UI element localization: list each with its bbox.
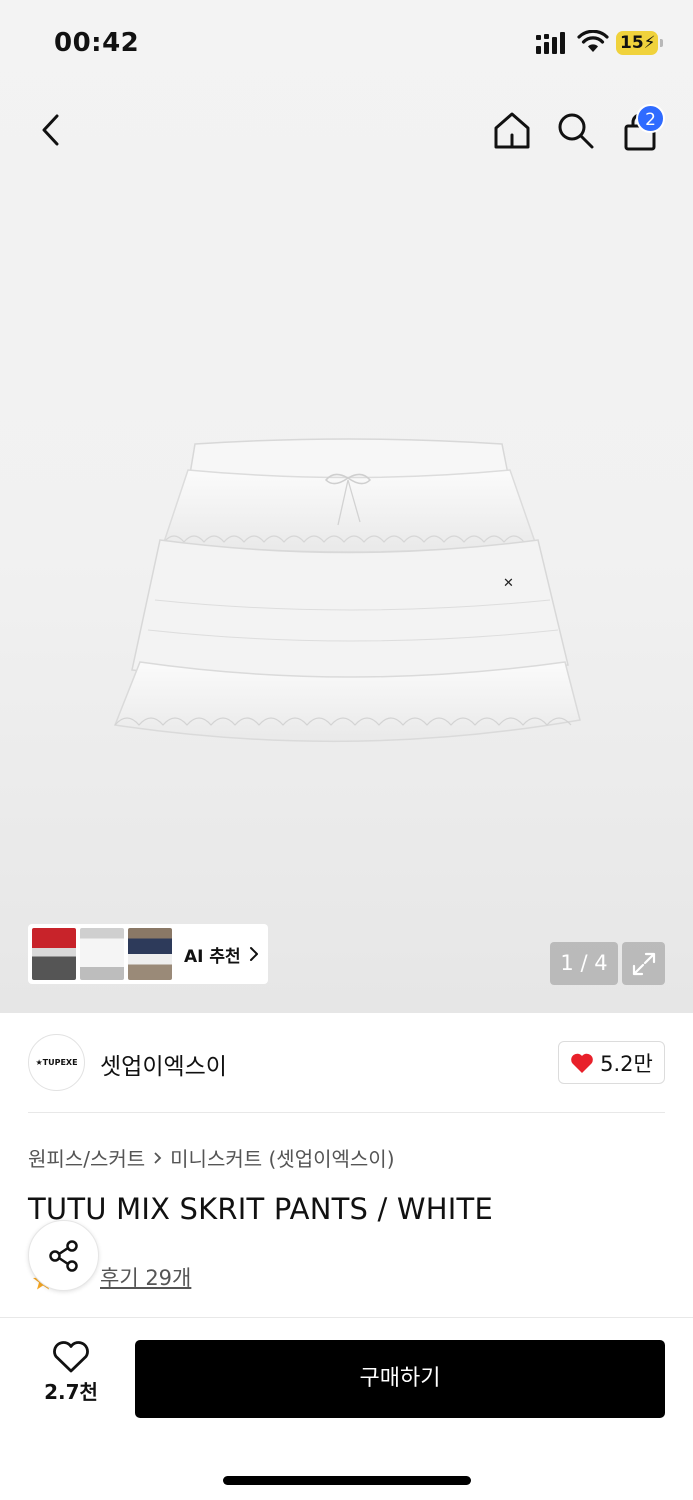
- ai-recommend-button[interactable]: AI 추천: [28, 924, 268, 984]
- home-icon: [494, 112, 530, 149]
- brand-name[interactable]: 셋업이엑스이: [100, 1047, 227, 1081]
- breadcrumb: 원피스/스커트 미니스커트 (셋업이엑스이): [28, 1143, 395, 1172]
- heart-filled-icon: [571, 1053, 593, 1073]
- divider: [28, 1112, 665, 1113]
- back-button[interactable]: [26, 106, 74, 154]
- ai-recommend-label: AI 추천: [184, 946, 241, 967]
- brand-logo-text: ★TUPEXE: [35, 1058, 78, 1067]
- recommend-thumbnail[interactable]: [128, 928, 172, 980]
- brand-logo[interactable]: ★TUPEXE: [28, 1034, 85, 1091]
- product-title: TUTU MIX SKRIT PANTS / WHITE: [28, 1192, 493, 1226]
- home-indicator[interactable]: [223, 1476, 471, 1485]
- bottom-bar-divider: [0, 1317, 693, 1318]
- breadcrumb-category[interactable]: 원피스/스커트: [28, 1143, 145, 1172]
- recommend-thumbnail[interactable]: [32, 928, 76, 980]
- image-page-counter: 1 / 4: [550, 942, 618, 985]
- chevron-right-icon: [153, 1151, 162, 1165]
- cart-count-badge: 2: [636, 104, 665, 133]
- svg-text:✕: ✕: [503, 576, 514, 591]
- breadcrumb-subcategory[interactable]: 미니스커트 (셋업이엑스이): [170, 1143, 394, 1172]
- search-icon: [558, 113, 594, 149]
- heart-outline-icon: [53, 1341, 89, 1373]
- share-button[interactable]: [28, 1220, 99, 1291]
- reviews-link[interactable]: 후기 29개: [100, 1262, 191, 1292]
- home-button[interactable]: [488, 106, 536, 154]
- battery-indicator: 15⚡: [616, 31, 663, 55]
- charging-icon: ⚡: [643, 33, 656, 53]
- wishlist-button[interactable]: 2.7천: [28, 1340, 114, 1418]
- brand-like-count: 5.2만: [600, 1051, 653, 1076]
- status-time: 00:42: [54, 28, 140, 58]
- search-button[interactable]: [551, 106, 599, 154]
- battery-level: 15: [620, 33, 644, 53]
- cellular-signal-icon: [536, 32, 565, 54]
- wifi-icon: [577, 30, 609, 52]
- chevron-left-icon: [42, 114, 59, 146]
- fullscreen-button[interactable]: [622, 942, 665, 985]
- buy-button[interactable]: 구매하기: [135, 1340, 665, 1418]
- product-photo: ✕: [113, 438, 581, 743]
- brand-like-button[interactable]: 5.2만: [558, 1041, 665, 1084]
- chevron-right-icon: [249, 947, 258, 961]
- wishlist-count: 2.7천: [44, 1380, 98, 1404]
- expand-icon: [632, 952, 655, 975]
- share-icon: [48, 1239, 78, 1272]
- recommend-thumbnail[interactable]: [80, 928, 124, 980]
